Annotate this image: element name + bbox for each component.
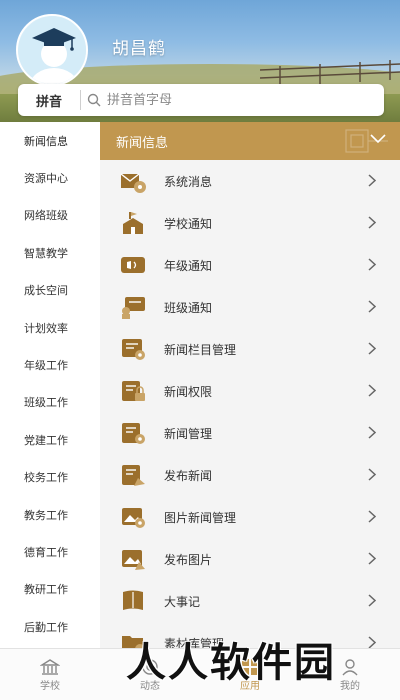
chevron-right-icon [368, 552, 376, 565]
sidebar-item-academic-affairs[interactable]: 教务工作 [0, 496, 100, 533]
sidebar-item-label: 德育工作 [24, 545, 68, 559]
sidebar-item-party-work[interactable]: 党建工作 [0, 421, 100, 458]
search-bar: 拼音 [18, 84, 384, 116]
menu-item-publish-photo[interactable]: 发布图片 [100, 538, 400, 580]
news-section-panel: 新闻信息 系统消息 学校通知 年级通知 班级通知 新闻栏目管理 新闻权限 新闻管… [100, 122, 400, 648]
menu-item-class-notice[interactable]: 班级通知 [100, 286, 400, 328]
user-name: 胡昌鹤 [112, 39, 166, 59]
section-title: 新闻信息 [116, 135, 169, 151]
menu-item-label: 系统消息 [164, 174, 213, 189]
menu-item-news-column[interactable]: 新闻栏目管理 [100, 328, 400, 370]
grade-notice-icon [118, 250, 148, 280]
menu-item-label: 发布新闻 [164, 468, 213, 483]
school-building-icon [39, 657, 61, 677]
sidebar-item-logistics[interactable]: 后勤工作 [0, 608, 100, 645]
sidebar-item-moral-education[interactable]: 德育工作 [0, 533, 100, 570]
sidebar-item-online-class[interactable]: 网络班级 [0, 197, 100, 234]
sidebar-item-label: 计划效率 [24, 321, 68, 335]
sidebar-item-smart-teaching[interactable]: 智慧教学 [0, 234, 100, 271]
chevron-right-icon [368, 258, 376, 271]
menu-item-photo-news[interactable]: 图片新闻管理 [100, 496, 400, 538]
publish-photo-icon [118, 544, 148, 574]
chevron-right-icon [368, 594, 376, 607]
search-mode-toggle[interactable]: 拼音 [18, 91, 80, 110]
chevron-right-icon [368, 636, 376, 648]
news-manage-icon [118, 418, 148, 448]
menu-item-publish-news[interactable]: 发布新闻 [100, 454, 400, 496]
sidebar-item-label: 校务工作 [24, 471, 68, 485]
menu-item-label: 图片新闻管理 [164, 510, 237, 525]
sidebar-item-resources[interactable]: 资源中心 [0, 159, 100, 196]
menu-item-chronicle[interactable]: 大事记 [100, 580, 400, 622]
search-input[interactable] [107, 85, 384, 115]
sidebar-item-label: 年级工作 [24, 359, 68, 373]
sidebar-item-label: 教务工作 [24, 508, 68, 522]
menu-item-label: 发布图片 [164, 552, 213, 567]
menu-item-system-message[interactable]: 系统消息 [100, 160, 400, 202]
tab-label: 学校 [40, 681, 60, 692]
sidebar-item-label: 班级工作 [24, 396, 68, 410]
menu-item-label: 班级通知 [164, 300, 213, 315]
chevron-right-icon [368, 510, 376, 523]
sidebar-item-label: 新闻信息 [24, 134, 68, 148]
chevron-right-icon [368, 426, 376, 439]
sidebar-item-growth-space[interactable]: 成长空间 [0, 272, 100, 309]
section-header[interactable]: 新闻信息 [100, 122, 400, 160]
profile-icon [339, 657, 361, 677]
sidebar-item-label: 成长空间 [24, 284, 68, 298]
sidebar-item-label: 教研工作 [24, 583, 68, 597]
category-sidebar: 新闻信息 资源中心 网络班级 智慧教学 成长空间 计划效率 年级工作 班级工作 … [0, 122, 100, 648]
sidebar-item-school-affairs[interactable]: 校务工作 [0, 459, 100, 496]
sidebar-item-label: 资源中心 [24, 172, 68, 186]
chevron-right-icon [368, 300, 376, 313]
sidebar-item-teaching-research[interactable]: 教研工作 [0, 571, 100, 608]
news-column-icon [118, 334, 148, 364]
chevron-down-icon [370, 134, 386, 144]
publish-news-icon [118, 460, 148, 490]
class-notice-icon [118, 292, 148, 322]
sidebar-item-label: 网络班级 [24, 209, 68, 223]
menu-item-label: 新闻权限 [164, 384, 213, 399]
avatar[interactable] [16, 14, 88, 86]
chevron-right-icon [368, 384, 376, 397]
tab-label: 我的 [340, 681, 360, 692]
menu-item-school-notice[interactable]: 学校通知 [100, 202, 400, 244]
sidebar-item-label: 后勤工作 [24, 620, 68, 634]
menu-item-label: 年级通知 [164, 258, 213, 273]
system-message-icon [118, 166, 148, 196]
site-watermark: 人人软件园 [126, 640, 336, 686]
chevron-right-icon [368, 174, 376, 187]
news-permission-icon [118, 376, 148, 406]
sidebar-item-label: 党建工作 [24, 433, 68, 447]
chevron-right-icon [368, 342, 376, 355]
sidebar-item-grade-work[interactable]: 年级工作 [0, 346, 100, 383]
menu-item-label: 新闻栏目管理 [164, 342, 237, 357]
sidebar-item-plan-efficiency[interactable]: 计划效率 [0, 309, 100, 346]
menu-item-label: 大事记 [164, 594, 201, 609]
menu-item-label: 新闻管理 [164, 426, 213, 441]
chronicle-icon [118, 586, 148, 616]
chevron-right-icon [368, 216, 376, 229]
sidebar-item-news[interactable]: 新闻信息 [0, 122, 100, 159]
photo-news-icon [118, 502, 148, 532]
menu-item-grade-notice[interactable]: 年级通知 [100, 244, 400, 286]
menu-item-news-manage[interactable]: 新闻管理 [100, 412, 400, 454]
tab-school[interactable]: 学校 [0, 649, 100, 700]
sidebar-item-label: 智慧教学 [24, 246, 68, 260]
menu-item-news-permission[interactable]: 新闻权限 [100, 370, 400, 412]
sidebar-item-class-work[interactable]: 班级工作 [0, 384, 100, 421]
school-notice-icon [118, 208, 148, 238]
search-icon [81, 93, 107, 107]
chevron-right-icon [368, 468, 376, 481]
menu-item-label: 学校通知 [164, 216, 213, 231]
